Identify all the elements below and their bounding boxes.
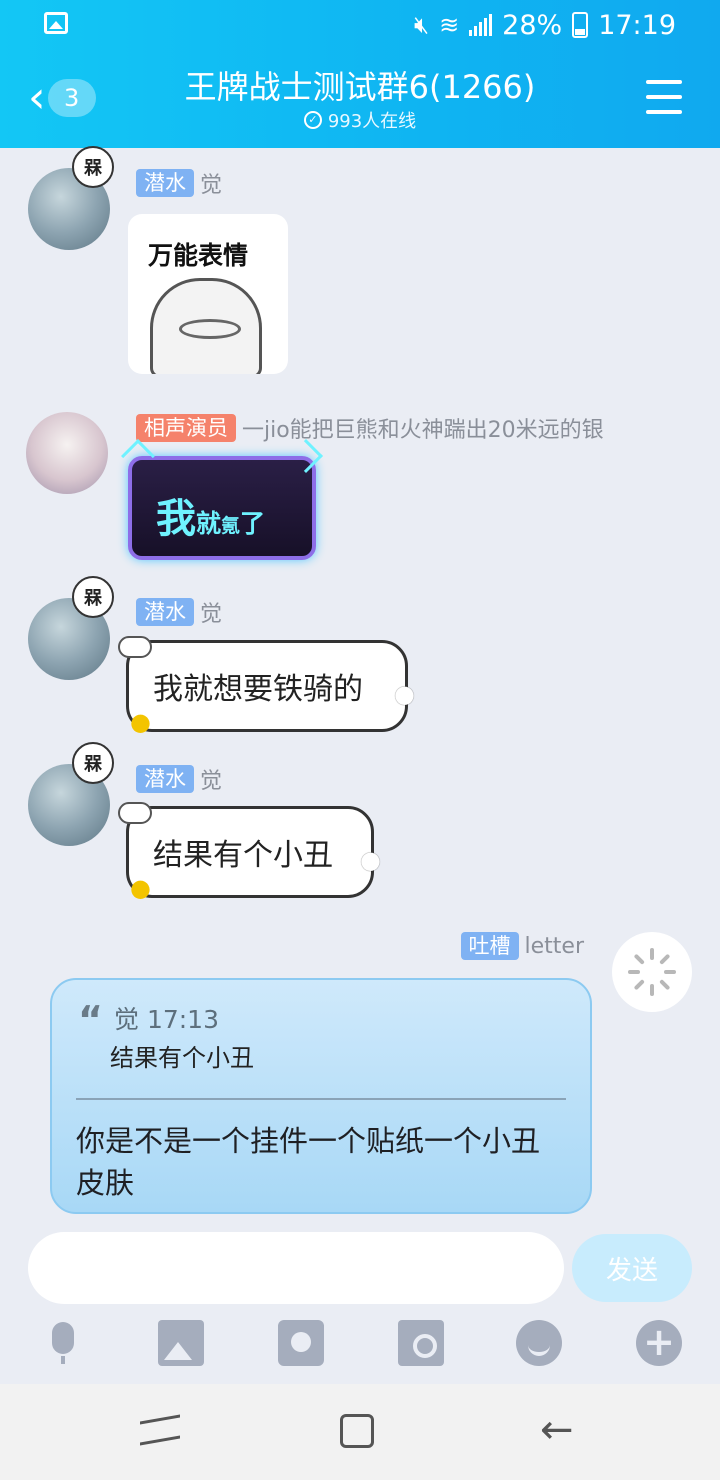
sender-name[interactable]: 觉 [200,596,222,628]
camera-icon[interactable] [278,1320,324,1366]
menu-line [646,80,682,84]
sender-name[interactable]: 一jio能把巨熊和火神踹出20米远的银 [242,412,604,444]
quote-header: 觉 17:13 [114,1005,219,1034]
message-bubble[interactable]: 结果有个小丑 [126,806,374,898]
battery-percent: 28% [502,9,563,41]
red-envelope-icon[interactable] [398,1320,444,1366]
status-time: 17:19 [598,9,676,41]
duck-decoration-icon: ● [130,874,151,902]
member-title-tag: 潜水 [136,598,194,626]
message-text: 你是不是一个挂件一个贴纸一个小丑皮肤 [76,1124,541,1200]
cat-ear-decoration [289,439,323,473]
duck-decoration-icon: ● [130,708,151,736]
chat-header: 🔇︎ ≋ 28% 17:19 ‹ 3 王牌战士测试群6(1266) ✓ 993人… [0,0,720,148]
sticker-message[interactable]: 万能表情 [128,214,288,374]
sending-spinner-icon [612,932,692,1012]
status-bar: 🔇︎ ≋ 28% 17:19 [0,0,720,50]
goose-decoration-icon: ● [360,846,381,874]
send-button[interactable]: 发送 [572,1234,692,1302]
battery-icon [572,12,589,38]
quote-divider [76,1098,566,1100]
avatar[interactable] [26,412,108,494]
home-icon[interactable] [340,1414,374,1448]
quote-text: 结果有个小丑 [110,1044,254,1072]
neon-sticker-message[interactable]: 我就氪了 [121,439,323,560]
plus-icon[interactable]: + [636,1320,682,1366]
sticker-text: 我就氪了 [156,496,266,542]
spinner-spoke [628,970,640,974]
sender-name[interactable]: 觉 [200,167,222,199]
cloud-decoration-icon [118,636,152,658]
spinner-spoke [650,984,654,996]
sender-name: letter [524,933,584,959]
member-title-tag: 相声演员 [136,414,236,442]
sender-row: 潜水 觉 [136,764,222,794]
system-nav-bar: ← [0,1384,720,1480]
spinner-spoke [633,979,645,991]
avatar-pendant-badge: 槑 [72,576,114,618]
status-icons: 🔇︎ ≋ 28% 17:19 [414,6,676,44]
menu-line [646,95,682,99]
check-circle-icon: ✓ [303,111,322,129]
meme-face-image [150,278,262,374]
mute-icon: 🔇︎ [413,11,430,39]
sender-row: 潜水 觉 [136,168,222,198]
online-count: 993人在线 [327,111,417,132]
signal-icon [469,14,493,36]
sender-row: 相声演员 一jio能把巨熊和火神踹出20米远的银 [136,413,604,443]
menu-line [646,110,682,114]
spinner-spoke [659,979,671,991]
message-input[interactable] [28,1232,564,1304]
sender-name[interactable]: 觉 [200,763,222,795]
back-arrow-icon[interactable]: ← [540,1410,580,1450]
menu-button[interactable] [646,80,682,114]
cloud-decoration-icon [118,802,152,824]
spinner-spoke [659,953,671,965]
input-toolbar: + [0,1320,720,1372]
quote-icon: “ [78,998,103,1042]
recent-apps-icon[interactable] [140,1414,180,1446]
group-title: 王牌战士测试群6(1266) [184,68,536,106]
my-reply-bubble[interactable]: “ 觉 17:13 结果有个小丑 你是不是一个挂件一个贴纸一个小丑皮肤 [50,978,592,1214]
microphone-icon[interactable] [40,1320,86,1366]
my-sender-row: 吐槽 letter [460,931,584,961]
cat-ear-decoration [121,439,155,473]
wifi-icon: ≋ [439,11,460,39]
message-bubble[interactable]: 我就想要铁骑的 [126,640,408,732]
avatar-pendant-badge: 槑 [72,146,114,188]
spinner-spoke [664,970,676,974]
spinner-spoke [633,953,645,965]
online-status: ✓ 993人在线 [0,107,720,133]
message-text: 我就想要铁骑的 [153,672,363,707]
image-icon[interactable] [158,1320,204,1366]
goose-decoration-icon: ● [394,680,415,708]
message-text: 结果有个小丑 [153,838,333,873]
member-title-tag: 潜水 [136,765,194,793]
sender-row: 潜水 觉 [136,597,222,627]
input-bar: 发送 + [0,1222,720,1382]
avatar-pendant-badge: 槑 [72,742,114,784]
gallery-notification-icon [44,12,68,34]
spinner-spoke [650,948,654,960]
sticker-caption: 万能表情 [148,241,249,270]
member-title-tag: 吐槽 [460,932,519,960]
member-title-tag: 潜水 [136,169,194,197]
emoji-icon[interactable] [516,1320,562,1366]
